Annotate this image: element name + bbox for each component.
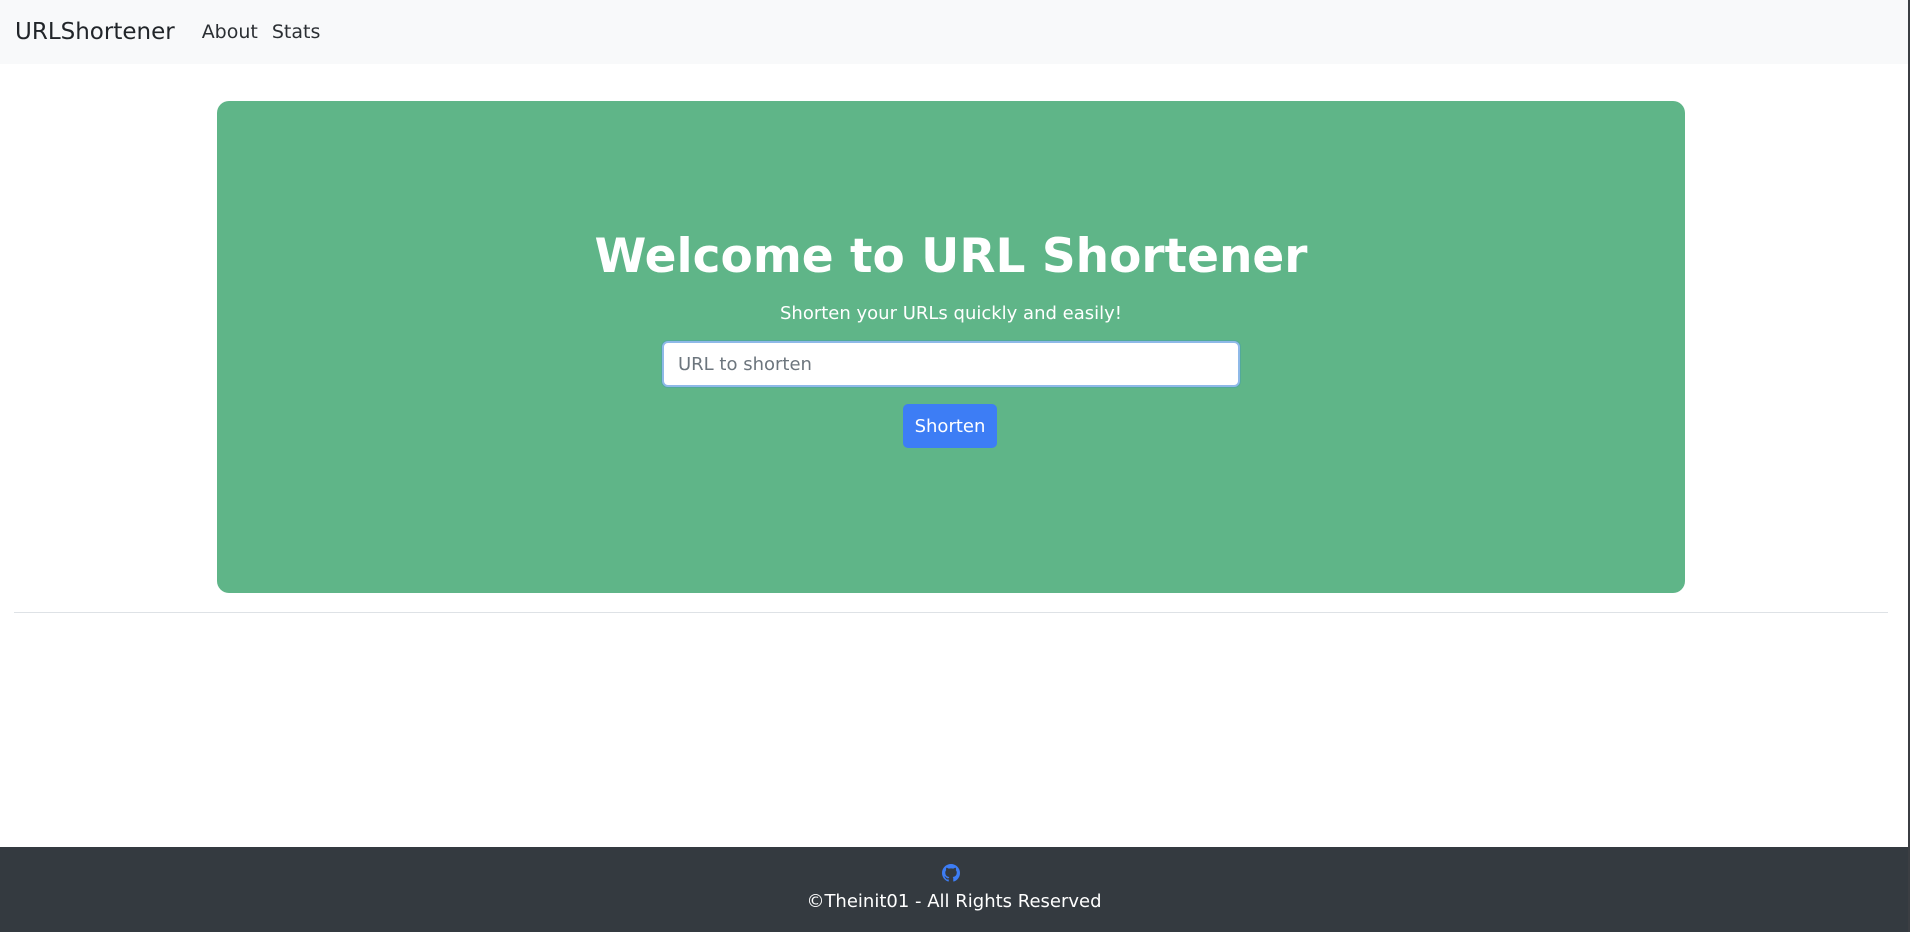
hero-subtitle: Shorten your URLs quickly and easily!: [780, 303, 1122, 324]
hero-title: Welcome to URL Shortener: [594, 229, 1308, 284]
divider: [14, 612, 1888, 613]
github-icon: [942, 864, 960, 882]
footer: ©Theinit01 - All Rights Reserved: [0, 847, 1908, 932]
github-link[interactable]: [942, 864, 960, 882]
nav-link-about[interactable]: About: [202, 21, 258, 43]
nav-link-stats[interactable]: Stats: [272, 21, 321, 43]
shorten-button[interactable]: Shorten: [903, 404, 997, 448]
url-input[interactable]: [662, 341, 1240, 387]
footer-copyright: ©Theinit01 - All Rights Reserved: [806, 891, 1102, 912]
page: URLShortener About Stats Welcome to URL …: [0, 0, 1910, 932]
navbar: URLShortener About Stats: [0, 0, 1908, 64]
hero-jumbotron: Welcome to URL Shortener Shorten your UR…: [217, 101, 1685, 593]
navbar-brand[interactable]: URLShortener: [15, 19, 175, 45]
